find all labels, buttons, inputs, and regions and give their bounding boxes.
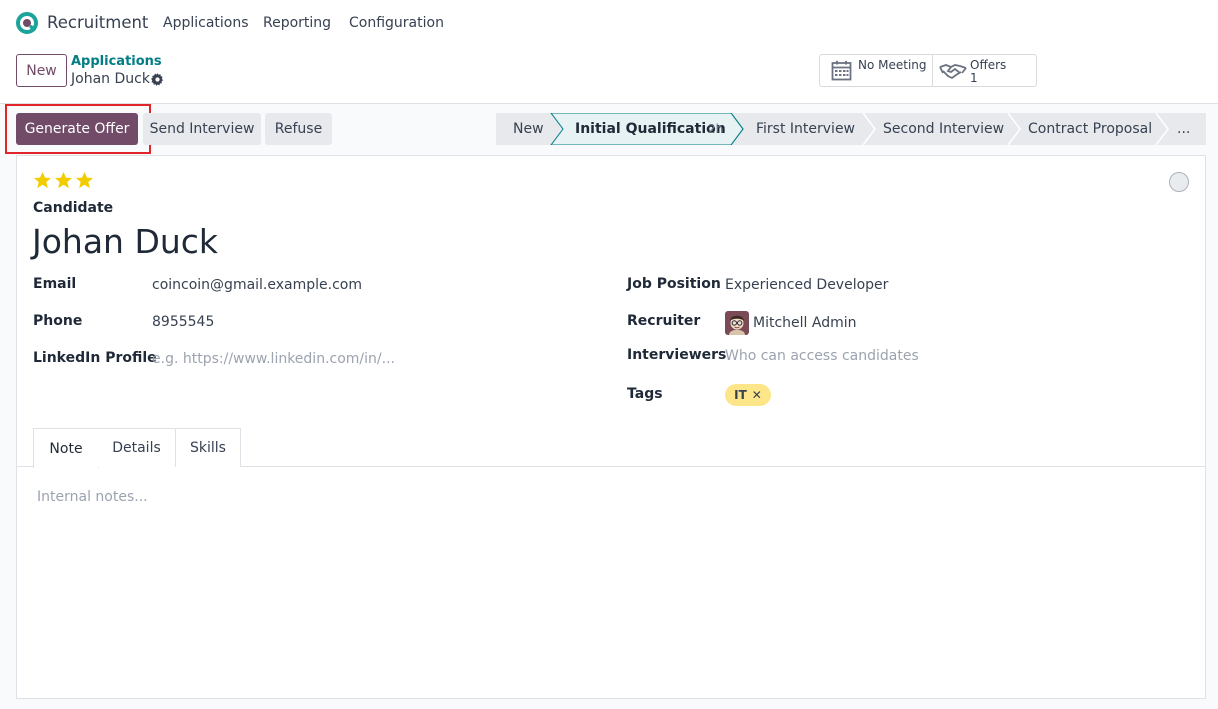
smart-buttons: No Meeting Offers 1 xyxy=(819,54,1037,87)
recruiter-field[interactable]: Mitchell Admin xyxy=(753,315,857,331)
notebook-tabs: Note Details Skills xyxy=(17,428,1205,468)
phone-label: Phone xyxy=(33,313,83,329)
tab-note[interactable]: Note xyxy=(33,428,99,468)
phone-field[interactable]: 8955545 xyxy=(152,314,214,330)
menu-applications[interactable]: Applications xyxy=(163,15,249,31)
job-position-label: Job Position xyxy=(627,276,721,292)
stage-first-interview[interactable]: First Interview xyxy=(756,121,855,137)
stage-new[interactable]: New xyxy=(513,121,544,137)
status-bar: Generate Offer Send Interview Refuse New… xyxy=(0,104,1218,154)
refuse-button[interactable]: Refuse xyxy=(265,113,332,145)
menu-configuration[interactable]: Configuration xyxy=(349,15,444,31)
breadcrumb-current: Johan Duck xyxy=(71,71,150,87)
stage-duration: 2h xyxy=(708,122,724,136)
interviewers-field[interactable]: Who can access candidates xyxy=(725,348,919,364)
tags-label: Tags xyxy=(627,386,663,402)
stage-initial-qualification[interactable]: Initial Qualification xyxy=(575,121,726,137)
candidate-name-field[interactable]: Johan Duck xyxy=(32,222,218,261)
menu-reporting[interactable]: Reporting xyxy=(263,15,331,31)
star-icon[interactable] xyxy=(54,171,73,190)
interviewers-label: Interviewers xyxy=(627,347,727,363)
job-position-field[interactable]: Experienced Developer xyxy=(725,277,888,293)
control-panel: New Applications Johan Duck No Meeting O… xyxy=(0,46,1218,104)
send-interview-button[interactable]: Send Interview xyxy=(143,113,261,145)
offers-count: 1 xyxy=(970,71,978,85)
avatar xyxy=(725,311,749,335)
email-field[interactable]: coincoin@gmail.example.com xyxy=(152,277,362,293)
app-name[interactable]: Recruitment xyxy=(47,13,148,32)
offers-smart-button[interactable]: Offers 1 xyxy=(933,55,1036,86)
calendar-icon xyxy=(831,60,852,81)
form-sheet: Candidate Johan Duck Email coincoin@gmai… xyxy=(16,155,1206,699)
candidate-label: Candidate xyxy=(33,200,114,216)
highlight-frame xyxy=(5,104,151,154)
gear-icon[interactable] xyxy=(151,73,164,86)
stage-second-interview[interactable]: Second Interview xyxy=(883,121,1004,137)
handshake-icon xyxy=(939,64,967,80)
star-icon[interactable] xyxy=(33,171,52,190)
priority-stars[interactable] xyxy=(33,171,94,190)
internal-notes-field[interactable]: Internal notes... xyxy=(37,489,148,505)
stage-pipeline: New Initial Qualification 2h First Inter… xyxy=(496,113,1206,145)
tag-it: IT ✕ xyxy=(725,384,771,406)
recruitment-app-icon[interactable] xyxy=(16,12,38,34)
recruiter-label: Recruiter xyxy=(627,313,701,329)
meeting-label: No Meeting xyxy=(858,58,927,72)
stage-contract-proposal[interactable]: Contract Proposal xyxy=(1028,121,1152,137)
linkedin-label: LinkedIn Profile xyxy=(33,350,157,366)
stage-more[interactable]: ... xyxy=(1177,121,1190,137)
star-icon[interactable] xyxy=(75,171,94,190)
kanban-state-toggle[interactable] xyxy=(1169,172,1189,192)
meeting-smart-button[interactable]: No Meeting xyxy=(820,55,933,86)
email-label: Email xyxy=(33,276,77,292)
close-icon[interactable]: ✕ xyxy=(752,388,762,402)
linkedin-field[interactable]: e.g. https://www.linkedin.com/in/... xyxy=(152,351,395,367)
new-button[interactable]: New xyxy=(16,54,67,87)
top-navbar: Recruitment Applications Reporting Confi… xyxy=(0,0,1218,46)
tag-label: IT xyxy=(734,388,747,402)
tab-skills[interactable]: Skills xyxy=(175,428,241,467)
tab-details[interactable]: Details xyxy=(98,428,176,467)
breadcrumb-applications[interactable]: Applications xyxy=(71,54,162,69)
